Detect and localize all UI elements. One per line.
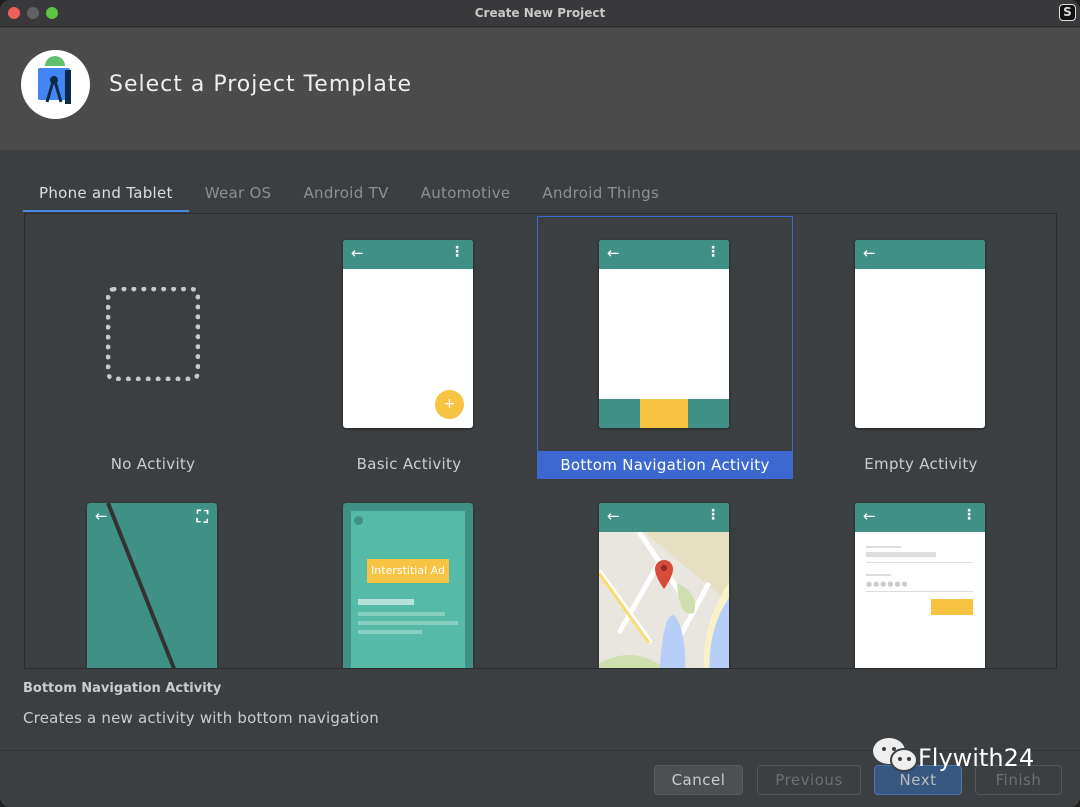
watermark-text: Flywith24 — [918, 744, 1035, 772]
more-vert-icon: ⋮ — [706, 507, 720, 523]
template-google-maps-activity[interactable]: ← ⋮ — [537, 479, 793, 668]
empty-placeholder-icon — [106, 287, 200, 381]
template-preview: Interstitial Ad — [343, 503, 473, 668]
fullscreen-icon: ⛶ — [196, 507, 208, 526]
template-description-title: Bottom Navigation Activity — [23, 681, 222, 696]
fab-add-icon: + — [435, 390, 464, 419]
template-fullscreen-activity[interactable]: ← ⛶ — [25, 479, 281, 668]
previous-button[interactable]: Previous — [757, 765, 861, 795]
template-label: No Activity — [110, 455, 196, 473]
template-preview: ← ⋮ + — [343, 240, 473, 428]
cancel-button[interactable]: Cancel — [654, 765, 743, 795]
template-login-activity[interactable]: ← ⋮ ●●●●●● — [793, 479, 1049, 668]
template-preview: ← ⋮ — [599, 503, 729, 668]
back-arrow-icon: ← — [863, 244, 876, 262]
back-arrow-icon: ← — [863, 507, 876, 525]
tab-android-things[interactable]: Android Things — [526, 182, 675, 212]
template-preview: ← ⛶ — [87, 503, 217, 668]
template-label: Bottom Navigation Activity — [538, 451, 792, 479]
tab-phone-and-tablet[interactable]: Phone and Tablet — [23, 182, 189, 212]
more-vert-icon: ⋮ — [450, 244, 464, 260]
template-preview: ← ⋮ ●●●●●● — [855, 503, 985, 668]
tab-bar: Phone and Tablet Wear OS Android TV Auto… — [23, 182, 675, 212]
wechat-icon — [872, 735, 922, 781]
template-empty-activity[interactable]: ← Empty Activity — [793, 216, 1049, 479]
template-preview: ← — [855, 240, 985, 428]
back-arrow-icon: ← — [607, 507, 620, 525]
create-project-dialog: Create New Project S Select a Project Te… — [0, 0, 1080, 807]
more-vert-icon: ⋮ — [706, 244, 720, 260]
template-label: Empty Activity — [864, 455, 978, 473]
more-vert-icon: ⋮ — [962, 507, 976, 523]
template-interstitial-ad[interactable]: Interstitial Ad — [281, 479, 537, 668]
tab-wear-os[interactable]: Wear OS — [189, 182, 288, 212]
window-title: Create New Project — [474, 6, 606, 20]
template-bottom-navigation-activity[interactable]: ← ⋮ Bottom Navigation Activity — [537, 216, 793, 479]
template-label: Basic Activity — [356, 455, 462, 473]
template-grid: No Activity ← ⋮ + Basic Activity ← ⋮ Botto… — [24, 213, 1057, 669]
app-s-icon: S — [1059, 4, 1076, 21]
back-arrow-icon: ← — [351, 244, 364, 262]
title-bar: Create New Project S — [0, 0, 1080, 27]
template-no-activity[interactable]: No Activity — [25, 216, 281, 479]
template-basic-activity[interactable]: ← ⋮ + Basic Activity — [281, 216, 537, 479]
header: Select a Project Template — [0, 28, 1080, 150]
watermark: Flywith24 — [872, 735, 1034, 781]
template-description: Creates a new activity with bottom navig… — [23, 709, 380, 727]
tab-automotive[interactable]: Automotive — [405, 182, 527, 212]
back-arrow-icon: ← — [607, 244, 620, 262]
template-preview: ← ⋮ — [599, 240, 729, 428]
page-title: Select a Project Template — [109, 72, 412, 97]
back-arrow-icon: ← — [95, 507, 108, 525]
interstitial-ad-badge: Interstitial Ad — [367, 559, 449, 583]
android-studio-logo — [21, 50, 90, 119]
tab-android-tv[interactable]: Android TV — [287, 182, 404, 212]
